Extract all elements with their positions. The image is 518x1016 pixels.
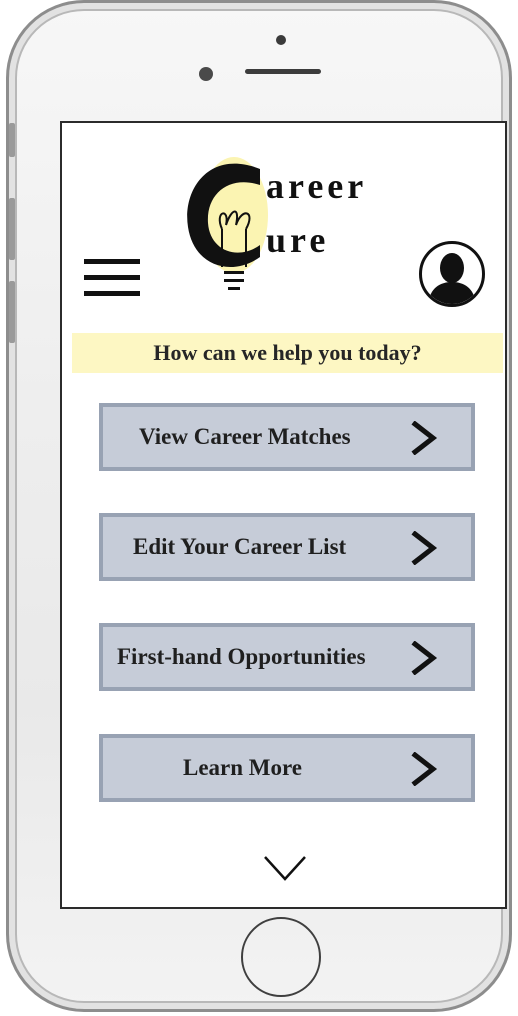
- chevron-right-icon: [411, 421, 438, 455]
- chevron-right-icon: [411, 752, 438, 786]
- volume-down-button: [9, 281, 15, 343]
- front-camera: [276, 35, 286, 45]
- button-label: Learn More: [183, 755, 303, 780]
- view-career-matches-button[interactable]: View Career Matches: [99, 403, 475, 471]
- logo-text-line1: areer: [266, 166, 368, 206]
- logo-text-line2: ure: [266, 220, 330, 260]
- learn-more-button[interactable]: Learn More: [99, 734, 475, 802]
- menu-bar: [84, 275, 140, 280]
- chevron-right-icon: [411, 641, 438, 675]
- home-button[interactable]: [241, 917, 321, 997]
- phone-frame: areer ure How can we help you today? Vie…: [6, 0, 512, 1012]
- edit-career-list-button[interactable]: Edit Your Career List: [99, 513, 475, 581]
- button-label: First-hand Opportunities: [117, 644, 366, 669]
- page: areer ure How can we help you today? Vie…: [0, 0, 518, 1016]
- chevron-down-icon[interactable]: [262, 853, 308, 883]
- button-label: View Career Matches: [139, 424, 351, 449]
- screen: areer ure How can we help you today? Vie…: [60, 121, 507, 909]
- earpiece-speaker: [245, 69, 321, 74]
- profile-avatar[interactable]: [419, 241, 485, 307]
- career-cure-logo: areer ure: [180, 149, 400, 299]
- banner-text: How can we help you today?: [153, 340, 422, 365]
- mute-switch: [9, 123, 15, 157]
- chevron-right-icon: [411, 531, 438, 565]
- menu-bar: [84, 291, 140, 296]
- proximity-sensor: [199, 67, 213, 81]
- user-silhouette-icon: [428, 253, 476, 304]
- help-banner: How can we help you today?: [72, 333, 503, 373]
- button-label: Edit Your Career List: [133, 534, 347, 559]
- menu-bar: [84, 259, 140, 264]
- hamburger-menu-icon[interactable]: [84, 259, 140, 299]
- first-hand-opportunities-button[interactable]: First-hand Opportunities: [99, 623, 475, 691]
- volume-up-button: [9, 198, 15, 260]
